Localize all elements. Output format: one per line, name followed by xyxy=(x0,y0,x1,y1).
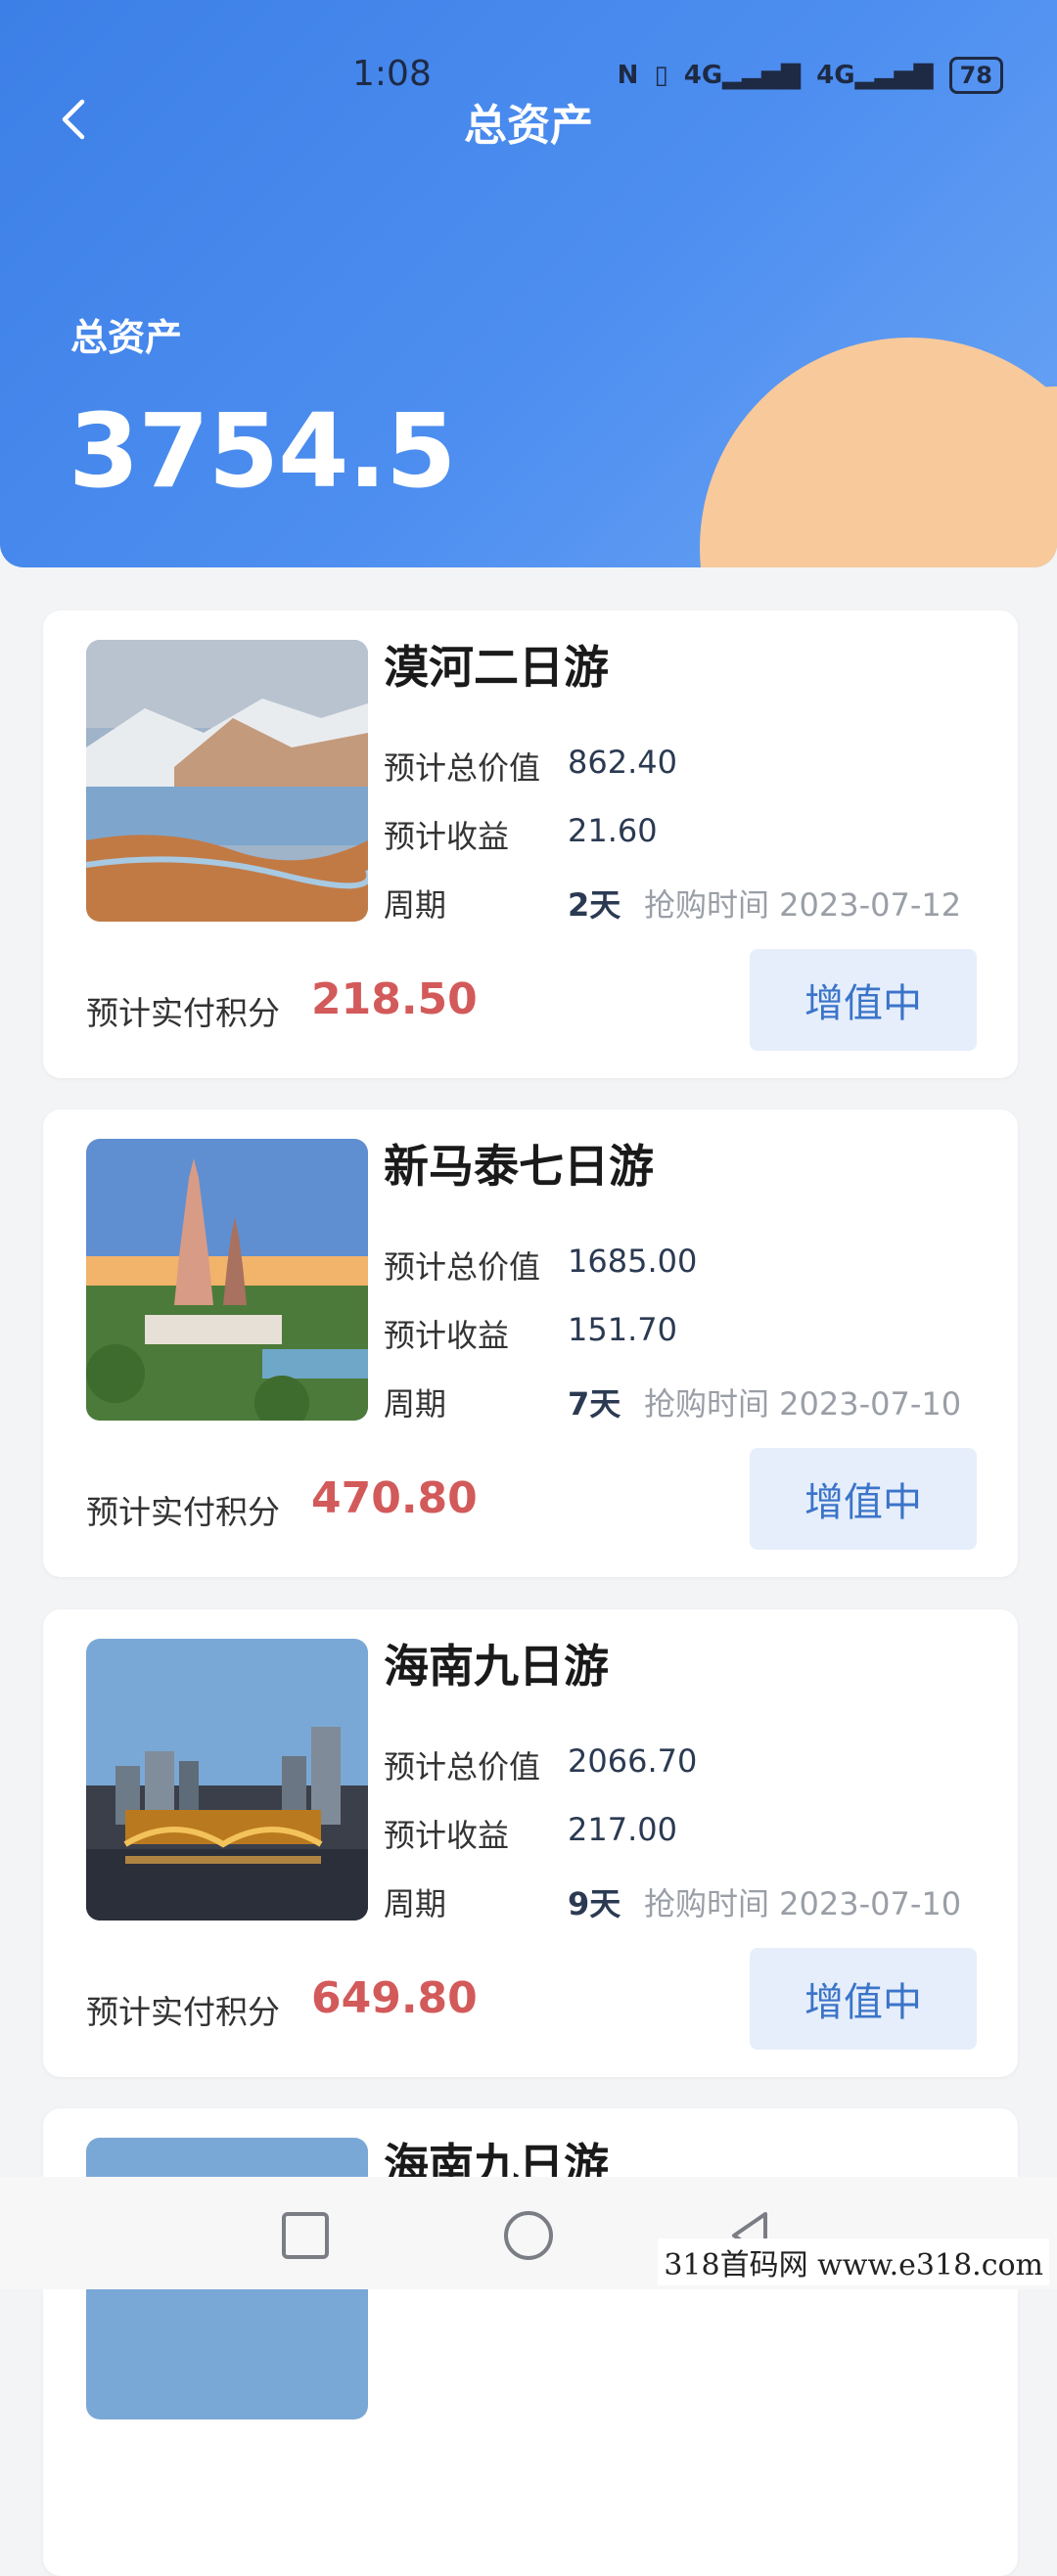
recent-apps-button[interactable] xyxy=(276,2206,335,2265)
total-assets-label: 总资产 xyxy=(70,316,183,359)
buy-time: 抢购时间 2023-07-12 xyxy=(644,886,962,924)
cycle-label: 周期 xyxy=(384,1385,447,1423)
cycle-label: 周期 xyxy=(384,1885,447,1922)
income-label: 预计收益 xyxy=(384,1317,510,1354)
page-title: 总资产 xyxy=(464,101,593,151)
buy-time: 抢购时间 2023-07-10 xyxy=(644,1885,962,1922)
pay-value: 649.80 xyxy=(311,1973,478,2023)
cycle-value: 7天 xyxy=(568,1385,621,1423)
income-label: 预计收益 xyxy=(384,1817,510,1854)
pay-label: 预计实付积分 xyxy=(86,994,280,1032)
product-title: 海南九日游 xyxy=(384,1640,609,1693)
product-image xyxy=(86,640,368,922)
cycle-value: 2天 xyxy=(568,886,621,924)
total-value-label: 预计总价值 xyxy=(384,1248,541,1286)
product-card[interactable]: 漠河二日游 预计总价值 862.40 预计收益 21.60 周期 2天 抢购时间… xyxy=(43,610,1018,1078)
watermark: 318首码网 www.e318.com xyxy=(658,2238,1049,2285)
status-button[interactable]: 增值中 xyxy=(750,1948,977,2050)
income-value: 21.60 xyxy=(568,812,658,849)
income-label: 预计收益 xyxy=(384,818,510,855)
product-card[interactable]: 海南九日游 预计总价值 2066.70 预计收益 217.00 周期 9天 抢购… xyxy=(43,1609,1018,2077)
total-value-label: 预计总价值 xyxy=(384,749,541,787)
total-assets-value: 3754.5 xyxy=(69,391,456,511)
status-button[interactable]: 增值中 xyxy=(750,949,977,1051)
signal-4g-icon: 4G▂▃▅▇ xyxy=(816,61,934,90)
product-title: 漠河二日游 xyxy=(384,641,609,694)
total-value: 1685.00 xyxy=(568,1243,698,1280)
product-card[interactable]: 新马泰七日游 预计总价值 1685.00 预计收益 151.70 周期 7天 抢… xyxy=(43,1109,1018,1577)
product-image xyxy=(86,1639,368,1921)
income-value: 151.70 xyxy=(568,1311,677,1348)
product-title: 新马泰七日游 xyxy=(384,1140,654,1193)
signal-4g-icon: 4G▂▃▅▇ xyxy=(683,61,802,90)
buy-time: 抢购时间 2023-07-10 xyxy=(644,1385,962,1423)
nfc-icon: N xyxy=(617,61,639,90)
total-value: 2066.70 xyxy=(568,1742,698,1780)
status-button[interactable]: 增值中 xyxy=(750,1448,977,1550)
product-image xyxy=(86,1139,368,1421)
pay-label: 预计实付积分 xyxy=(86,1493,280,1531)
total-value-label: 预计总价值 xyxy=(384,1748,541,1785)
pay-value: 218.50 xyxy=(311,974,478,1024)
status-icons: N ▯ 4G▂▃▅▇ 4G▂▃▅▇ 78 xyxy=(618,57,1003,94)
square-icon xyxy=(282,2212,329,2259)
home-button[interactable] xyxy=(499,2206,558,2265)
circle-icon xyxy=(504,2211,553,2260)
battery-icon: 78 xyxy=(948,57,1003,94)
pay-value: 470.80 xyxy=(311,1473,478,1523)
status-time: 1:08 xyxy=(352,54,432,94)
total-value: 862.40 xyxy=(568,744,677,781)
income-value: 217.00 xyxy=(568,1811,677,1848)
pay-label: 预计实付积分 xyxy=(86,1993,280,2031)
header: 1:08 N ▯ 4G▂▃▅▇ 4G▂▃▅▇ 78 总资产 总资产 3754.5 xyxy=(0,0,1057,567)
cycle-label: 周期 xyxy=(384,886,447,924)
cycle-value: 9天 xyxy=(568,1885,621,1922)
vibrate-icon: ▯ xyxy=(654,61,668,90)
